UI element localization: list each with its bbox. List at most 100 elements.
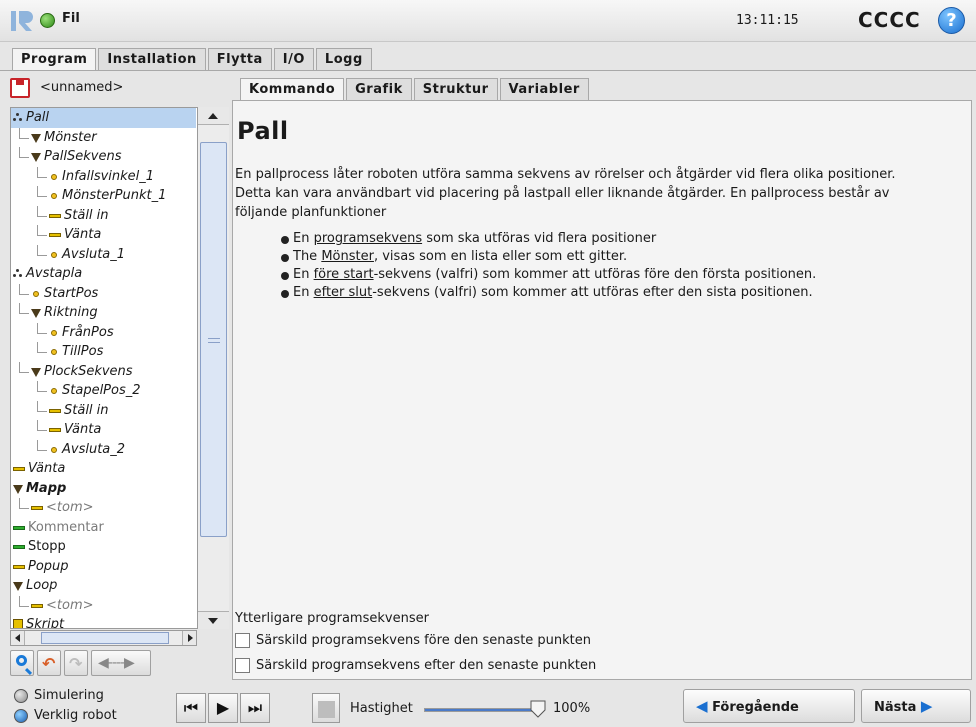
tree-node[interactable]: <tom> xyxy=(11,595,196,616)
real-robot-radio[interactable] xyxy=(14,708,28,723)
search-button[interactable] xyxy=(10,650,34,676)
next-button[interactable]: Nästa ▶ xyxy=(861,689,971,723)
step-button[interactable]: ⏭ xyxy=(240,693,270,723)
file-menu[interactable]: Fil xyxy=(62,11,80,26)
tab-graphics[interactable]: Grafik xyxy=(346,78,412,100)
scroll-left-button[interactable] xyxy=(11,631,25,645)
after-last-point-checkbox[interactable] xyxy=(235,658,250,673)
arrow-left-icon xyxy=(15,634,20,642)
tree-node[interactable]: Avsluta_2 xyxy=(11,439,196,460)
waypoint-icon xyxy=(51,349,57,355)
save-icon[interactable] xyxy=(10,78,30,98)
hscroll-thumb[interactable] xyxy=(41,632,169,644)
speed-value: 100% xyxy=(553,701,591,716)
scroll-thumb[interactable] xyxy=(200,142,227,537)
tab-variables[interactable]: Variabler xyxy=(499,78,589,100)
simulation-radio[interactable] xyxy=(14,688,28,703)
before-last-point-checkbox[interactable] xyxy=(235,633,250,648)
tree-node[interactable]: Popup xyxy=(11,557,196,577)
tree-node[interactable]: Stopp xyxy=(11,537,196,557)
before-last-point-option[interactable]: Särskild programsekvens före den senaste… xyxy=(235,633,591,648)
tree-node[interactable]: <tom> xyxy=(11,498,196,518)
tree-connector xyxy=(19,371,29,373)
stop-button[interactable] xyxy=(312,693,340,723)
tree-node[interactable]: Kommentar xyxy=(11,518,196,538)
speed-slider[interactable] xyxy=(424,708,544,712)
arrow-left-icon: ◀ xyxy=(696,697,708,715)
tree-node[interactable]: Skript xyxy=(11,615,196,628)
tab-log[interactable]: Logg xyxy=(315,48,372,70)
tab-command[interactable]: Kommando xyxy=(240,78,345,100)
program-header: <unnamed> xyxy=(10,76,228,102)
list-item-text: The xyxy=(293,249,322,264)
tree-node[interactable]: Vänta xyxy=(11,225,196,245)
undo-button[interactable]: ↶ xyxy=(37,650,61,676)
previous-button[interactable]: ◀ Föregående xyxy=(683,689,855,723)
link-program-sequence[interactable]: programsekvens xyxy=(314,231,423,246)
tab-io[interactable]: I/O xyxy=(273,48,314,70)
mode-real-robot[interactable]: Verklig robot xyxy=(14,708,117,723)
tree-node[interactable]: PlockSekvens xyxy=(11,361,196,382)
intro-text: En pallprocess låter roboten utföra samm… xyxy=(235,167,896,220)
tree-node[interactable]: StartPos xyxy=(11,283,196,304)
tab-move[interactable]: Flytta xyxy=(207,48,272,70)
waypoint-icon xyxy=(51,388,57,394)
tree-node[interactable]: Riktning xyxy=(11,303,196,323)
help-icon[interactable]: ? xyxy=(938,7,965,34)
tab-installation[interactable]: Installation xyxy=(98,48,206,70)
scroll-right-button[interactable] xyxy=(182,631,196,645)
play-button[interactable]: ▶ xyxy=(208,693,238,723)
mode-simulation[interactable]: Simulering xyxy=(14,688,104,703)
tree-node[interactable]: Vänta xyxy=(11,459,196,479)
tree-node[interactable]: Vänta xyxy=(11,420,196,440)
link-after-end[interactable]: efter slut xyxy=(314,285,373,300)
tree-node-label: PlockSekvens xyxy=(44,363,133,379)
rewind-button[interactable]: ⏮ xyxy=(176,693,206,723)
tree-connector xyxy=(19,498,20,508)
tree-node[interactable]: Mapp xyxy=(11,479,196,499)
tree-node[interactable]: StapelPos_2 xyxy=(11,381,196,401)
speed-slider-thumb[interactable] xyxy=(530,700,546,718)
tree-connector xyxy=(37,186,38,196)
play-icon: ▶ xyxy=(216,698,230,717)
tree-node-label: Popup xyxy=(28,558,69,574)
top-bar: Fil 13:11:15 CCCC ? xyxy=(0,0,976,42)
tree-node[interactable]: Ställ in xyxy=(11,400,196,421)
tree-node-label: Vänta xyxy=(28,461,66,476)
tree-node[interactable]: MönsterPunkt_1 xyxy=(11,186,196,206)
tree-node[interactable]: Ställ in xyxy=(11,205,196,226)
scroll-up-button[interactable] xyxy=(198,107,229,125)
tree-vertical-scrollbar[interactable] xyxy=(197,107,229,629)
tree-node[interactable]: Infallsvinkel_1 xyxy=(11,166,196,187)
scroll-down-button[interactable] xyxy=(198,611,229,629)
list-item: En före start-sekvens (valfri) som komme… xyxy=(281,266,816,284)
robot-name: CCCC xyxy=(858,8,921,32)
link-pattern[interactable]: Mönster xyxy=(321,249,374,264)
move-node-button[interactable]: ◀----▶ xyxy=(91,650,151,676)
tree-node[interactable]: PallSekvens xyxy=(11,147,196,167)
tree-node[interactable]: Pall xyxy=(11,108,196,128)
triangle-icon xyxy=(31,367,41,377)
tree-horizontal-scrollbar[interactable] xyxy=(10,630,197,646)
tree-node-label: Loop xyxy=(26,578,58,593)
tab-divider xyxy=(0,70,976,71)
tree-node-label: Ställ in xyxy=(64,402,109,418)
tree-node[interactable]: TillPos xyxy=(11,342,196,362)
program-name: <unnamed> xyxy=(40,80,124,95)
triangle-icon xyxy=(31,309,41,318)
list-item-text: En xyxy=(293,267,314,282)
redo-button[interactable]: ↷ xyxy=(64,650,88,676)
link-before-start[interactable]: före start xyxy=(314,267,374,282)
tree-node[interactable]: Loop xyxy=(11,576,196,596)
tree-node[interactable]: Mönster xyxy=(11,127,196,148)
search-icon xyxy=(16,655,27,666)
tree-node[interactable]: Avstapla xyxy=(11,264,196,284)
tab-program[interactable]: Program xyxy=(12,48,97,71)
triangle-icon xyxy=(31,133,41,143)
tree-connector xyxy=(37,196,47,197)
tab-structure[interactable]: Struktur xyxy=(413,78,498,100)
tree-node[interactable]: FrånPos xyxy=(11,322,196,343)
after-last-point-option[interactable]: Särskild programsekvens efter den senast… xyxy=(235,658,596,673)
undo-icon: ↶ xyxy=(42,654,56,673)
tree-node[interactable]: Avsluta_1 xyxy=(11,244,196,265)
